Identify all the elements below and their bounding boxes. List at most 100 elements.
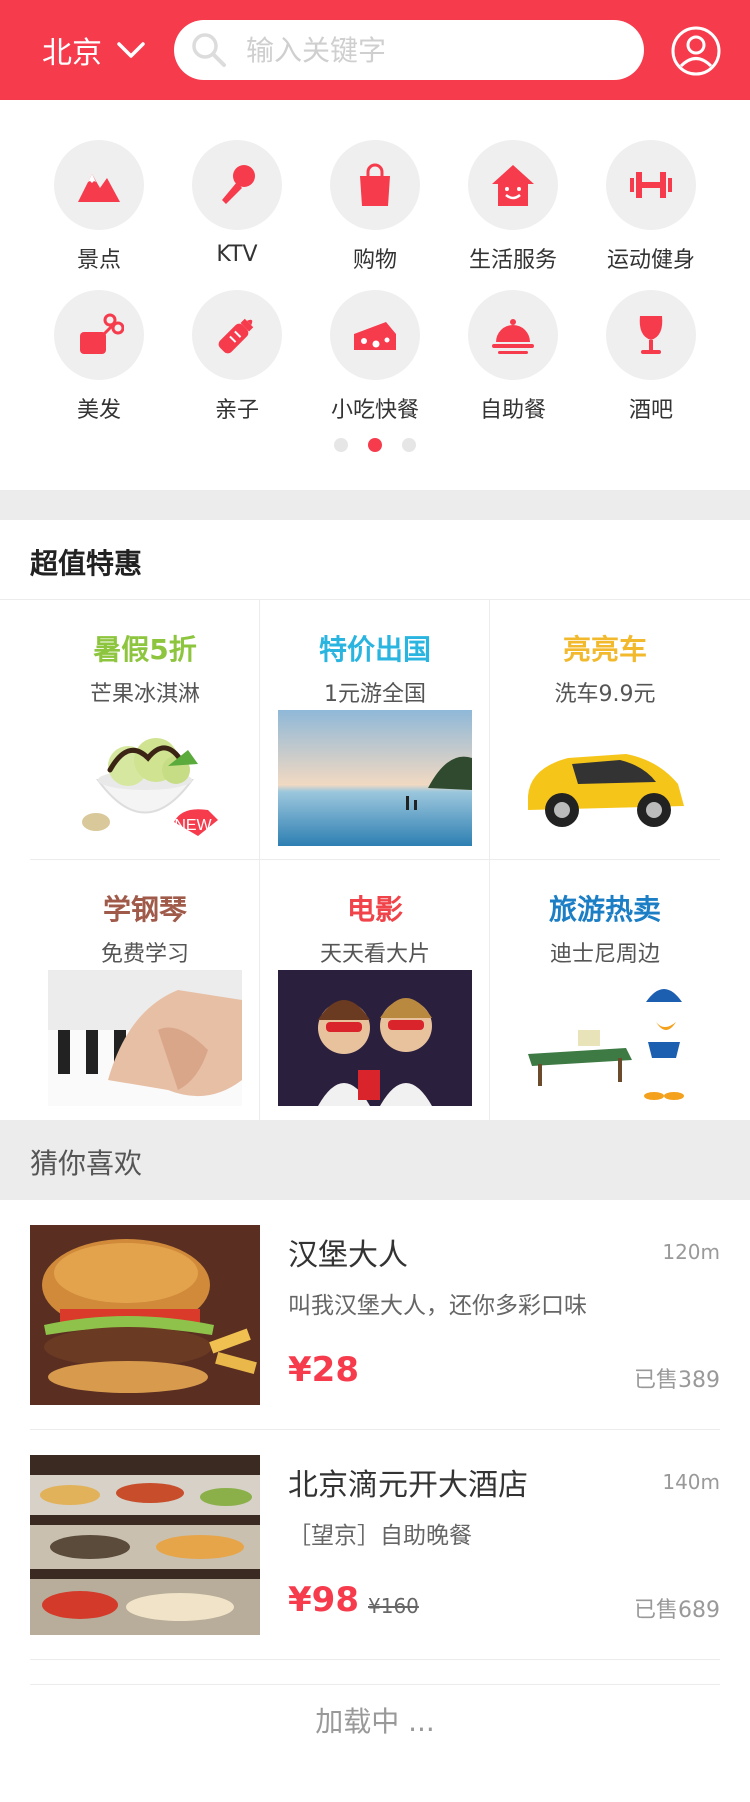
deal-title: 特价出国 xyxy=(318,633,431,666)
carousel-dot-active[interactable] xyxy=(368,438,382,452)
section-divider xyxy=(0,490,750,520)
category-icon-bg xyxy=(54,140,144,230)
deal-subtitle: 1元游全国 xyxy=(324,682,426,707)
city-selector[interactable]: 北京 xyxy=(42,26,146,74)
category-ktv[interactable]: KTV xyxy=(168,140,306,267)
wine-glass-icon xyxy=(639,316,663,354)
list-divider xyxy=(30,1684,720,1685)
recommend-header: 猜你喜欢 xyxy=(0,1120,750,1200)
category-icon-bg xyxy=(192,290,282,380)
house-icon xyxy=(492,165,534,206)
category-label: KTV xyxy=(216,242,258,267)
deals-title: 超值特惠 xyxy=(30,547,143,580)
item-distance: 140m xyxy=(662,1470,720,1494)
category-label: 景点 xyxy=(76,248,121,273)
item-price: ¥28 xyxy=(288,1350,359,1390)
item-description: 叫我汉堡大人，还你多彩口味 xyxy=(288,1293,587,1319)
category-label: 生活服务 xyxy=(468,248,557,273)
deal-subtitle: 芒果冰淇淋 xyxy=(89,682,200,707)
buffet-image xyxy=(30,1455,260,1635)
category-snack[interactable]: 小吃快餐 xyxy=(306,290,444,424)
category-shopping[interactable]: 购物 xyxy=(306,140,444,274)
search-input[interactable] xyxy=(246,33,626,67)
deal-title: 亮亮车 xyxy=(562,633,647,666)
category-icon-bg xyxy=(330,140,420,230)
category-hair[interactable]: 美发 xyxy=(30,290,168,424)
item-sold-count: 已售389 xyxy=(634,1368,720,1393)
user-profile-icon[interactable] xyxy=(670,25,722,77)
deal-card[interactable]: 亮亮车 洗车9.9元 xyxy=(490,600,720,860)
burger-image xyxy=(30,1225,260,1405)
category-label: 购物 xyxy=(352,248,397,273)
deal-card[interactable]: 暑假5折 芒果冰淇淋 NEW xyxy=(30,600,260,860)
search-box[interactable] xyxy=(174,20,644,80)
category-icon-bg xyxy=(468,140,558,230)
category-label: 亲子 xyxy=(214,398,259,423)
category-label: 美发 xyxy=(76,398,121,423)
category-icon-bg xyxy=(468,290,558,380)
deal-title: 旅游热卖 xyxy=(548,893,661,926)
category-buffet[interactable]: 自助餐 xyxy=(444,290,582,424)
category-icon-bg xyxy=(606,140,696,230)
category-label: 酒吧 xyxy=(628,398,673,423)
deal-title: 电影 xyxy=(346,893,403,926)
category-icon-bg xyxy=(192,140,282,230)
deal-subtitle: 洗车9.9元 xyxy=(554,682,656,707)
recommend-title: 猜你喜欢 xyxy=(30,1147,143,1180)
city-label: 北京 xyxy=(42,36,102,71)
category-bar[interactable]: 酒吧 xyxy=(582,290,720,424)
scissors-icon xyxy=(80,313,124,354)
deal-subtitle: 免费学习 xyxy=(100,942,189,967)
cheese-icon xyxy=(354,322,396,350)
category-kids[interactable]: 亲子 xyxy=(168,290,306,424)
category-fitness[interactable]: 运动健身 xyxy=(582,140,720,274)
food-dome-icon xyxy=(492,319,534,354)
microphone-icon xyxy=(222,165,255,204)
item-name: 汉堡大人 xyxy=(288,1238,408,1273)
search-icon xyxy=(192,33,226,67)
list-divider xyxy=(30,1659,720,1660)
carousel-dot[interactable] xyxy=(334,438,348,452)
deals-header: 超值特惠 xyxy=(0,520,750,600)
movie-image xyxy=(278,970,472,1106)
list-item[interactable]: 汉堡大人 120m 叫我汉堡大人，还你多彩口味 ¥28 已售389 xyxy=(0,1200,750,1430)
item-name: 北京滴元开大酒店 xyxy=(288,1468,528,1503)
category-icon-bg xyxy=(606,290,696,380)
item-distance: 120m xyxy=(662,1240,720,1264)
ice-cream-image: NEW xyxy=(48,710,242,846)
chevron-down-icon xyxy=(117,42,145,58)
loading-indicator: 加载中 ... xyxy=(315,1705,435,1738)
category-label: 小吃快餐 xyxy=(330,398,419,423)
car-image xyxy=(508,710,702,846)
list-item[interactable]: 北京滴元开大酒店 140m ［望京］自助晚餐 ¥98 ¥160 已售689 xyxy=(0,1430,750,1660)
deal-card[interactable]: 电影 天天看大片 xyxy=(260,860,490,1120)
new-badge: NEW xyxy=(174,817,212,834)
category-icon-bg xyxy=(330,290,420,380)
carousel-dot[interactable] xyxy=(402,438,416,452)
deal-card[interactable]: 学钢琴 免费学习 xyxy=(30,860,260,1120)
item-price: ¥98 xyxy=(288,1580,359,1620)
item-sold-count: 已售689 xyxy=(634,1598,720,1623)
carousel-indicator xyxy=(0,438,750,452)
category-label: 自助餐 xyxy=(479,398,546,423)
deals-grid: 暑假5折 芒果冰淇淋 NEW 特价出国 1元游全国 亮亮车 洗车9.9元 学钢琴… xyxy=(0,600,750,1120)
baby-bottle-icon xyxy=(218,318,254,354)
deal-subtitle: 天天看大片 xyxy=(319,942,430,967)
beach-image xyxy=(278,710,472,846)
donald-duck-image xyxy=(508,970,702,1106)
category-scenic[interactable]: 景点 xyxy=(30,140,168,274)
item-original-price: ¥160 xyxy=(368,1594,419,1618)
category-icon-bg xyxy=(54,290,144,380)
deal-subtitle: 迪士尼周边 xyxy=(549,942,660,967)
piano-image xyxy=(48,970,242,1106)
mountain-icon xyxy=(78,174,120,202)
deal-card[interactable]: 特价出国 1元游全国 xyxy=(260,600,490,860)
shopping-bag-icon xyxy=(360,163,390,206)
deal-title: 学钢琴 xyxy=(102,893,187,926)
deal-title: 暑假5折 xyxy=(93,633,197,666)
deal-card[interactable]: 旅游热卖 迪士尼周边 xyxy=(490,860,720,1120)
category-life-service[interactable]: 生活服务 xyxy=(444,140,582,274)
top-header: 北京 xyxy=(0,0,750,100)
category-label: 运动健身 xyxy=(606,248,695,273)
item-description: ［望京］自助晚餐 xyxy=(288,1523,472,1549)
